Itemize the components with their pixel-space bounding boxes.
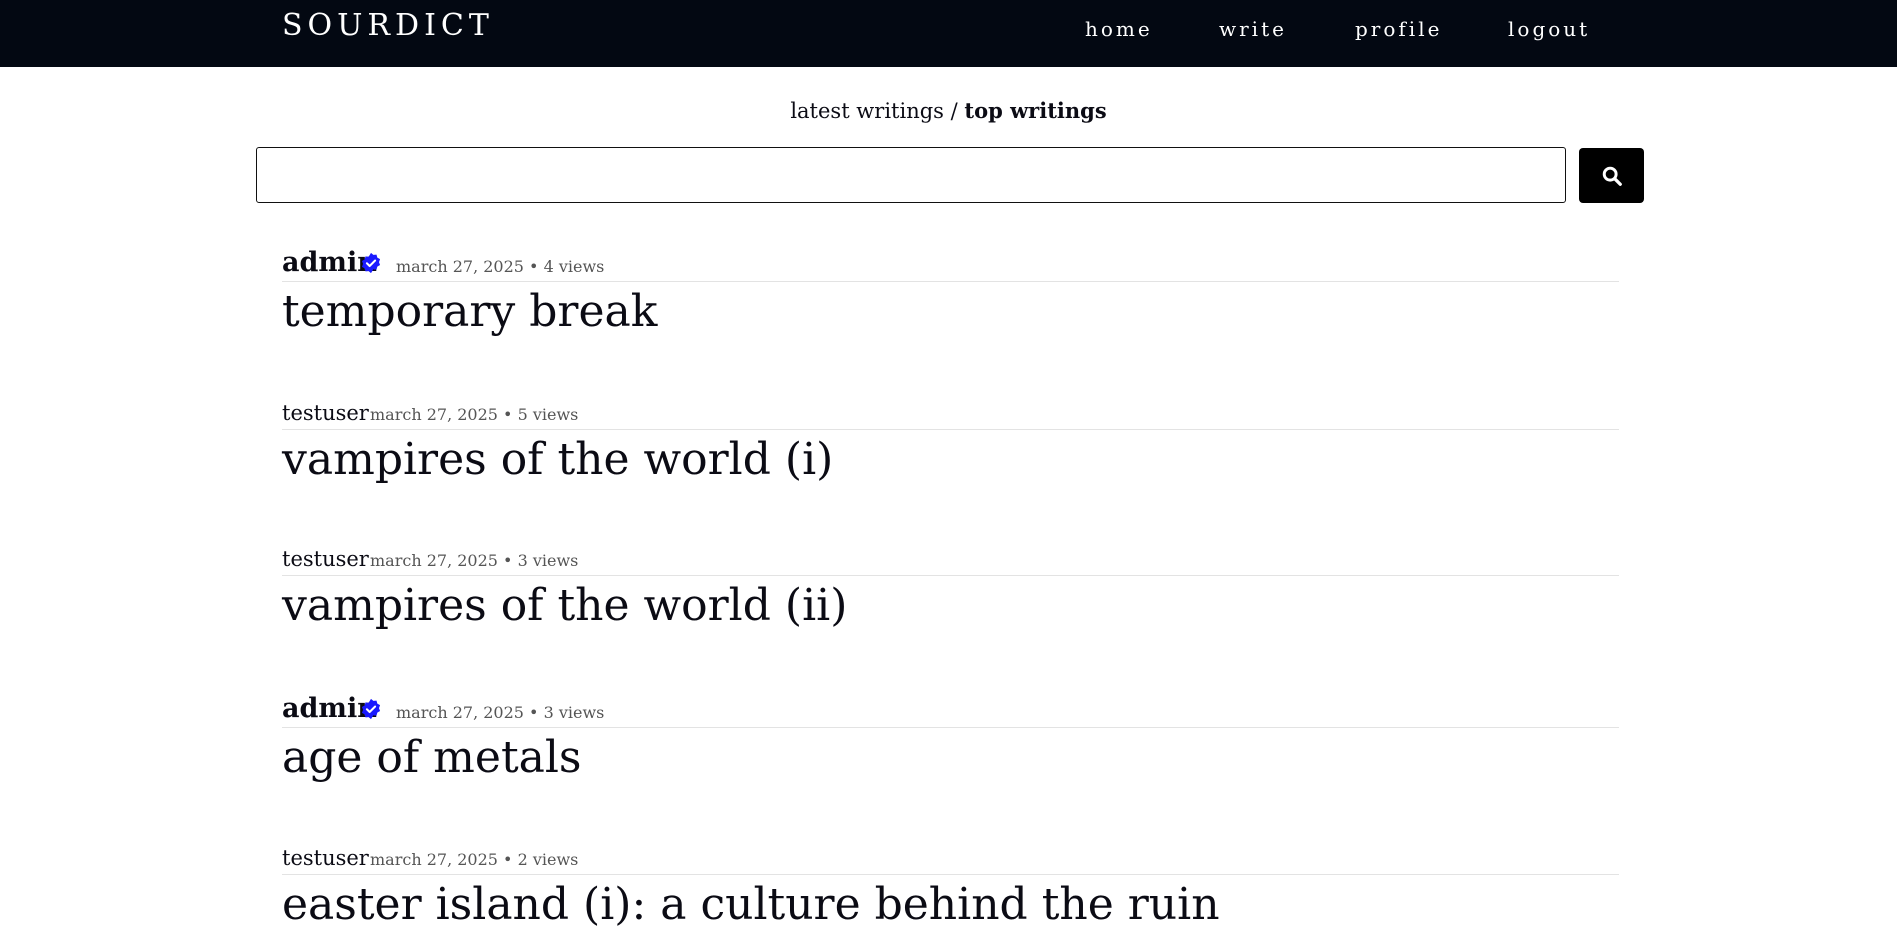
- post-divider: [282, 575, 1619, 576]
- post-title[interactable]: easter island (i): a culture behind the …: [282, 877, 1619, 933]
- verified-badge-icon: [361, 698, 381, 720]
- search-button[interactable]: [1579, 148, 1644, 203]
- post-divider: [282, 429, 1619, 430]
- post-meta-row: admin march 27, 2025 • 4 views: [282, 249, 1619, 282]
- post-title[interactable]: vampires of the world (ii): [282, 578, 1619, 634]
- post-title[interactable]: age of metals: [282, 730, 1619, 786]
- post-item: admin march 27, 2025 • 4 views temporary…: [282, 249, 1619, 340]
- post-divider: [282, 874, 1619, 875]
- post-meta: march 27, 2025 • 3 views: [370, 551, 579, 570]
- post-divider: [282, 727, 1619, 728]
- post-item: testuser march 27, 2025 • 2 views easter…: [282, 842, 1619, 933]
- post-meta: march 27, 2025 • 2 views: [370, 850, 579, 869]
- feed-separator: /: [950, 99, 958, 123]
- post-item: testuser march 27, 2025 • 3 views vampir…: [282, 543, 1619, 634]
- post-title[interactable]: vampires of the world (i): [282, 432, 1619, 488]
- post-divider: [282, 281, 1619, 282]
- brand-logo[interactable]: SOURDICT: [282, 8, 494, 43]
- post-meta-row: testuser march 27, 2025 • 3 views: [282, 543, 1619, 576]
- feed-switcher: latest writings / top writings: [0, 98, 1897, 123]
- nav-home-link[interactable]: home: [1085, 17, 1153, 41]
- top-writings-link[interactable]: top writings: [964, 98, 1106, 123]
- post-item: admin march 27, 2025 • 3 views age of me…: [282, 694, 1619, 786]
- post-meta: march 27, 2025 • 3 views: [396, 703, 605, 722]
- search-icon: [1602, 166, 1622, 186]
- post-meta-row: testuser march 27, 2025 • 2 views: [282, 842, 1619, 875]
- nav-profile-link[interactable]: profile: [1355, 17, 1442, 41]
- post-meta: march 27, 2025 • 5 views: [370, 405, 579, 424]
- latest-writings-link[interactable]: latest writings: [790, 99, 944, 123]
- post-title[interactable]: temporary break: [282, 284, 1619, 340]
- post-meta-row: admin march 27, 2025 • 3 views: [282, 694, 1619, 728]
- post-author[interactable]: testuser: [282, 547, 369, 571]
- post-meta-row: testuser march 27, 2025 • 5 views: [282, 398, 1619, 430]
- nav-logout-link[interactable]: logout: [1508, 17, 1590, 41]
- post-author[interactable]: testuser: [282, 846, 369, 870]
- search-input[interactable]: [256, 147, 1566, 203]
- post-item: testuser march 27, 2025 • 5 views vampir…: [282, 398, 1619, 488]
- post-meta: march 27, 2025 • 4 views: [396, 257, 605, 276]
- verified-badge-icon: [361, 252, 381, 274]
- nav-write-link[interactable]: write: [1219, 17, 1287, 41]
- top-navbar: SOURDICT home write profile logout: [0, 0, 1897, 67]
- post-author[interactable]: testuser: [282, 401, 369, 425]
